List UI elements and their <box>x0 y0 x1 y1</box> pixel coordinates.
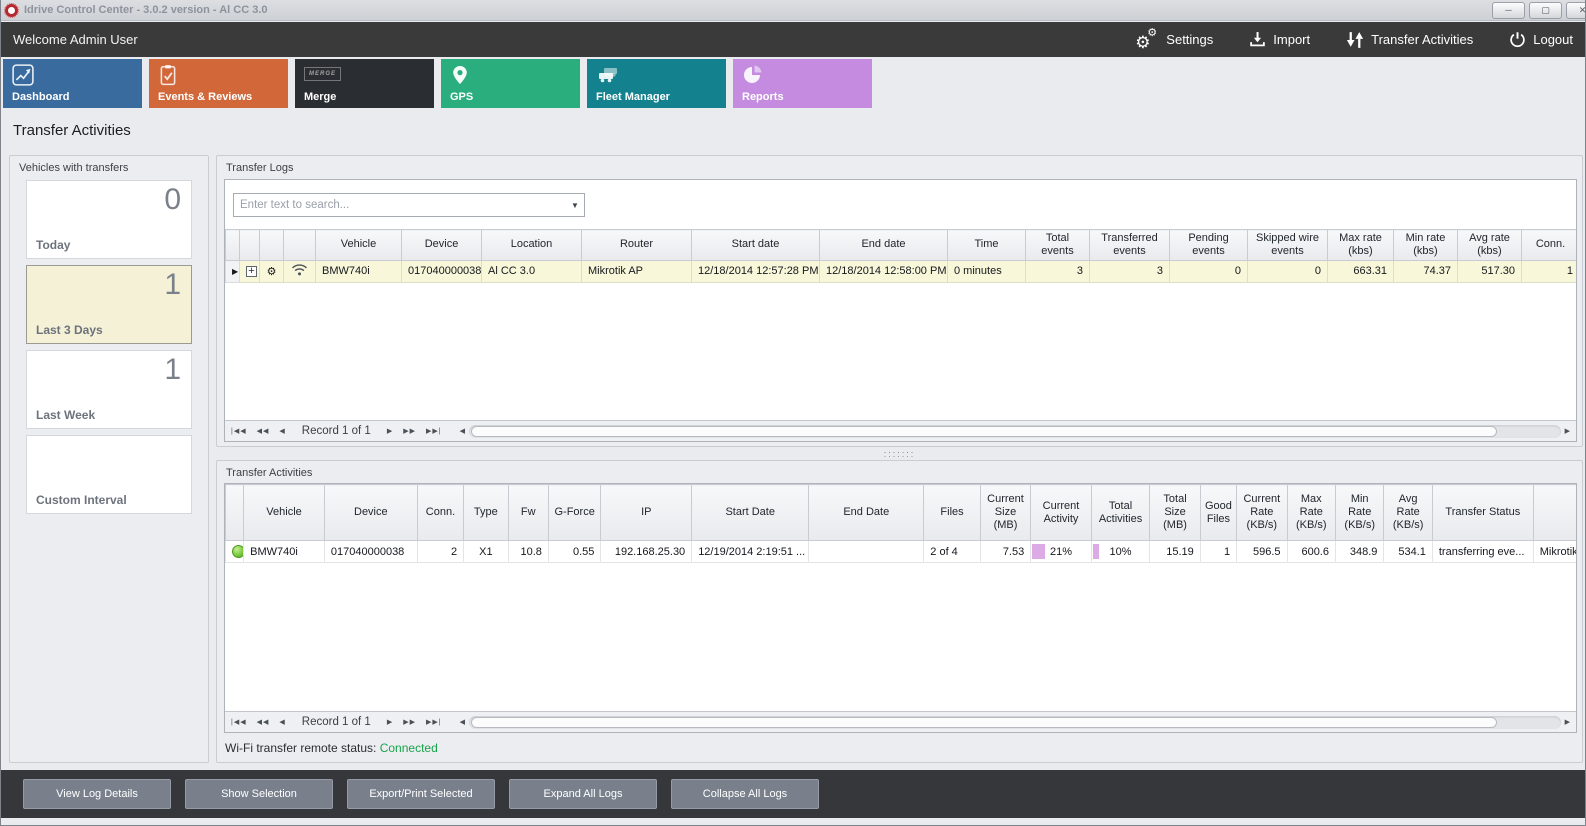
record-status: Record 1 of 1 <box>302 425 371 437</box>
tile-gps[interactable]: GPS <box>441 59 580 108</box>
scroll-right-icon[interactable]: ▶ <box>1565 427 1570 435</box>
transfer-logs-table: Vehicle Device Location Router Start dat… <box>225 229 1577 283</box>
current-activity-progress: 21% <box>1031 541 1092 563</box>
show-selection-button[interactable]: Show Selection <box>185 779 333 809</box>
chevron-down-icon[interactable]: ▼ <box>566 201 584 210</box>
prev-page-button[interactable]: ◀◀ <box>257 427 270 435</box>
next-page-button[interactable]: ▶▶ <box>403 427 416 435</box>
close-button[interactable]: ✕ <box>1566 2 1586 19</box>
scroll-left-icon[interactable]: ◀ <box>460 718 465 726</box>
line-chart-icon <box>12 64 34 86</box>
row-indicator-icon: ▶ <box>232 267 238 276</box>
maximize-button[interactable]: ▢ <box>1529 2 1562 19</box>
page-title: Transfer Activities <box>13 122 131 139</box>
app-logo-icon <box>5 4 18 17</box>
next-record-button[interactable]: ▶ <box>387 718 393 726</box>
next-page-button[interactable]: ▶▶ <box>403 718 416 726</box>
transfer-logs-record-navigator: |◀◀ ◀◀ ◀ Record 1 of 1 ▶ ▶▶ ▶▶| ◀ ▶ <box>225 420 1576 441</box>
wifi-transfer-status: Wi-Fi transfer remote status: Connected <box>225 741 438 755</box>
next-record-button[interactable]: ▶ <box>387 427 393 435</box>
transfer-activities-header-row: Vehicle Device Conn. Type Fw G-Force IP … <box>226 485 1578 541</box>
transfer-logs-title: Transfer Logs <box>217 156 1582 174</box>
horizontal-scrollbar[interactable] <box>469 425 1561 438</box>
sidebar-title: Vehicles with transfers <box>10 156 208 174</box>
pie-chart-icon <box>742 64 764 86</box>
expand-all-logs-button[interactable]: Expand All Logs <box>509 779 657 809</box>
transfer-activities-panel: Transfer Activities Vehicle Device Conn.… <box>216 460 1583 763</box>
tile-merge[interactable]: MERGE Merge <box>295 59 434 108</box>
transfer-activities-record-navigator: |◀◀ ◀◀ ◀ Record 1 of 1 ▶ ▶▶ ▶▶| ◀ ▶ <box>225 711 1576 732</box>
logout-button[interactable]: Logout <box>1509 31 1573 48</box>
import-icon <box>1249 31 1266 48</box>
nav-tiles: Dashboard Events & Reviews MERGE Merge G… <box>3 59 872 108</box>
power-icon <box>1509 31 1526 48</box>
import-button[interactable]: Import <box>1249 31 1310 48</box>
footer-toolbar: View Log Details Show Selection Export/P… <box>1 770 1585 818</box>
merge-badge-icon: MERGE <box>304 64 341 86</box>
transfer-arrows-icon <box>1346 31 1364 49</box>
search-combo: ▼ <box>233 193 585 217</box>
card-custom-interval[interactable]: Custom Interval <box>26 435 192 514</box>
view-log-details-button[interactable]: View Log Details <box>23 779 171 809</box>
transfer-log-row[interactable]: ▶ + ⚙ BMW740i 017040000038 Al CC 3.0 Mik… <box>226 260 1578 282</box>
gear-status-icon: ⚙ <box>260 260 284 282</box>
clipboard-check-icon <box>158 64 178 86</box>
last-record-button[interactable]: ▶▶| <box>426 427 442 435</box>
horizontal-scrollbar[interactable] <box>469 716 1561 729</box>
gears-icon: ⚙⚙ <box>1135 30 1159 50</box>
top-bar: Welcome Admin User ⚙⚙ Settings Import Tr… <box>1 22 1585 57</box>
card-last-week[interactable]: 1 Last Week <box>26 350 192 429</box>
tile-fleet-manager[interactable]: Fleet Manager <box>587 59 726 108</box>
minimize-button[interactable]: ─ <box>1492 2 1525 19</box>
window-title: Idrive Control Center - 3.0.2 version - … <box>24 4 268 16</box>
tile-dashboard[interactable]: Dashboard <box>3 59 142 108</box>
app-window: Idrive Control Center - 3.0.2 version - … <box>0 0 1586 826</box>
scroll-right-icon[interactable]: ▶ <box>1565 718 1570 726</box>
total-activities-progress: 10% <box>1091 541 1150 563</box>
card-last-3-days[interactable]: 1 Last 3 Days <box>26 265 192 344</box>
tile-events-reviews[interactable]: Events & Reviews <box>149 59 288 108</box>
fleet-trucks-icon <box>596 64 622 86</box>
transfer-logs-header-row: Vehicle Device Location Router Start dat… <box>226 230 1578 261</box>
scrollbar-thumb[interactable] <box>471 426 1497 437</box>
title-bar: Idrive Control Center - 3.0.2 version - … <box>1 0 1585 21</box>
wifi-icon <box>284 260 316 282</box>
prev-page-button[interactable]: ◀◀ <box>257 718 270 726</box>
first-record-button[interactable]: |◀◀ <box>231 427 247 435</box>
scrollbar-thumb[interactable] <box>471 717 1497 728</box>
tile-reports[interactable]: Reports <box>733 59 872 108</box>
card-today[interactable]: 0 Today <box>26 180 192 259</box>
search-input[interactable] <box>234 199 566 211</box>
expand-row-icon[interactable]: + <box>246 266 257 277</box>
panel-splitter[interactable]: ::::::: <box>216 448 1583 460</box>
last-record-button[interactable]: ▶▶| <box>426 718 442 726</box>
wifi-status-value: Connected <box>380 741 438 755</box>
prev-record-button[interactable]: ◀ <box>279 718 285 726</box>
map-pin-icon <box>450 64 470 86</box>
settings-button[interactable]: ⚙⚙ Settings <box>1135 30 1213 50</box>
first-record-button[interactable]: |◀◀ <box>231 718 247 726</box>
prev-record-button[interactable]: ◀ <box>279 427 285 435</box>
record-status: Record 1 of 1 <box>302 716 371 728</box>
collapse-all-logs-button[interactable]: Collapse All Logs <box>671 779 819 809</box>
transfer-activities-button[interactable]: Transfer Activities <box>1346 31 1473 49</box>
transfer-logs-grid: ▼ Vehicle Device Location Router S <box>224 179 1577 442</box>
scroll-left-icon[interactable]: ◀ <box>460 427 465 435</box>
connected-status-icon <box>232 545 244 558</box>
export-print-selected-button[interactable]: Export/Print Selected <box>347 779 495 809</box>
transfer-logs-panel: Transfer Logs ▼ Vehicle <box>216 155 1583 447</box>
welcome-text: Welcome Admin User <box>13 32 138 47</box>
vehicles-with-transfers-panel: Vehicles with transfers 0 Today 1 Last 3… <box>9 155 209 763</box>
transfer-activities-grid: Vehicle Device Conn. Type Fw G-Force IP … <box>224 483 1577 733</box>
transfer-activity-row[interactable]: BMW740i 017040000038 2 X1 10.8 0.55 192.… <box>226 541 1578 563</box>
transfer-activities-table: Vehicle Device Conn. Type Fw G-Force IP … <box>225 484 1577 563</box>
transfer-activities-title: Transfer Activities <box>217 461 1582 479</box>
